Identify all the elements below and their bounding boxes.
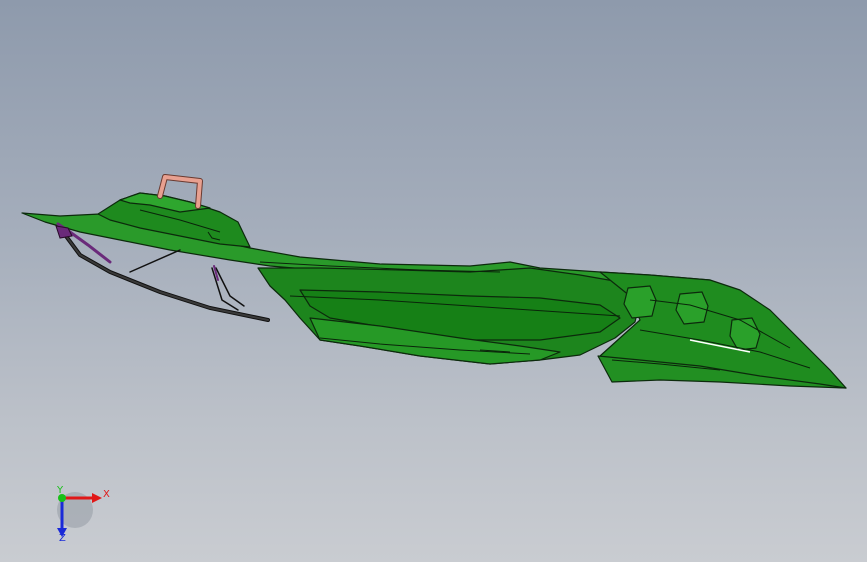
x-axis-arrow <box>92 493 102 503</box>
orientation-triad[interactable]: X Y Z <box>0 0 867 562</box>
graphics-viewport[interactable]: X Y Z <box>0 0 867 562</box>
y-axis-label: Y <box>56 485 64 496</box>
x-axis-label: X <box>103 489 110 500</box>
z-axis-label: Z <box>59 533 66 544</box>
